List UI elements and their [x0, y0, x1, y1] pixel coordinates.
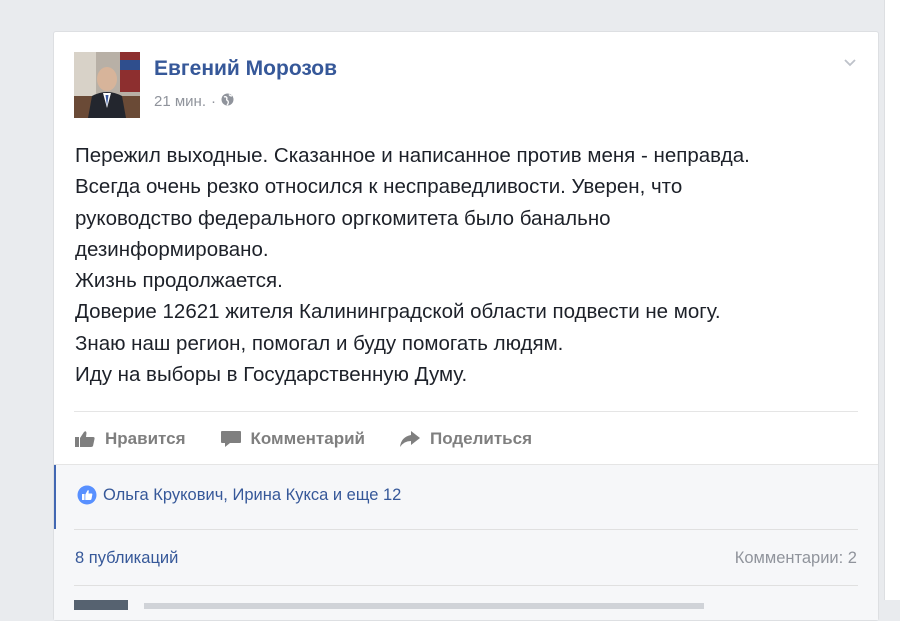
post-text-line: руководство федерального оргкомитета был… — [75, 206, 611, 230]
share-label: Поделиться — [429, 429, 533, 448]
post-text: Пережил выходные. Сказанное и написанное… — [75, 140, 875, 390]
comment-label: Комментарий — [250, 429, 365, 448]
share-icon — [399, 431, 420, 447]
divider — [74, 529, 858, 530]
globe-icon[interactable] — [221, 93, 234, 110]
author-name[interactable]: Евгений Морозов — [154, 57, 337, 81]
like-button[interactable]: Нравится — [74, 429, 186, 449]
post-footer: Ольга Крукович, Ирина Кукса и еще 12 8 п… — [54, 464, 878, 620]
comment-icon — [220, 431, 241, 447]
post-text-line: Знаю наш регион, помогал и буду помогать… — [75, 331, 564, 355]
post-meta: 21 мин. · — [154, 93, 234, 110]
right-column-edge — [884, 0, 900, 600]
divider — [74, 411, 858, 412]
post-text-line: Всегда очень резко относился к несправед… — [75, 175, 683, 199]
like-label: Нравится — [105, 429, 186, 448]
post-text-line: Иду на выборы в Государственную Думу. — [75, 363, 468, 387]
shares-count[interactable]: 8 публикаций — [75, 549, 178, 568]
comments-count[interactable]: Комментарии: 2 — [735, 549, 857, 568]
post-text-line: Доверие 12621 жителя Калининградской обл… — [75, 300, 721, 324]
comment-button[interactable]: Комментарий — [220, 429, 365, 449]
next-comment-avatar — [74, 600, 128, 610]
chevron-down-icon[interactable] — [842, 54, 858, 70]
post-text-line: Пережил выходные. Сказанное и написанное… — [75, 144, 750, 167]
share-button[interactable]: Поделиться — [399, 429, 532, 449]
divider — [74, 585, 858, 586]
meta-separator: · — [211, 93, 216, 110]
next-comment-preview — [144, 603, 704, 609]
reactions-text: Ольга Крукович, Ирина Кукса и еще 12 — [103, 485, 402, 504]
post-card: Евгений Морозов 21 мин. · Пережил выходн… — [53, 31, 879, 621]
like-reaction-icon — [77, 485, 97, 505]
thumbs-up-icon — [75, 431, 95, 447]
action-bar: Нравится Комментарий Поделиться — [74, 422, 566, 456]
post-text-line: Жизнь продолжается. — [75, 269, 283, 293]
post-timestamp[interactable]: 21 мин. — [154, 93, 206, 110]
reactions-summary[interactable]: Ольга Крукович, Ирина Кукса и еще 12 — [77, 485, 401, 505]
reactions-bar: Ольга Крукович, Ирина Кукса и еще 12 — [54, 465, 878, 529]
avatar[interactable] — [74, 52, 140, 118]
post-text-line: дезинформировано. — [75, 237, 269, 261]
